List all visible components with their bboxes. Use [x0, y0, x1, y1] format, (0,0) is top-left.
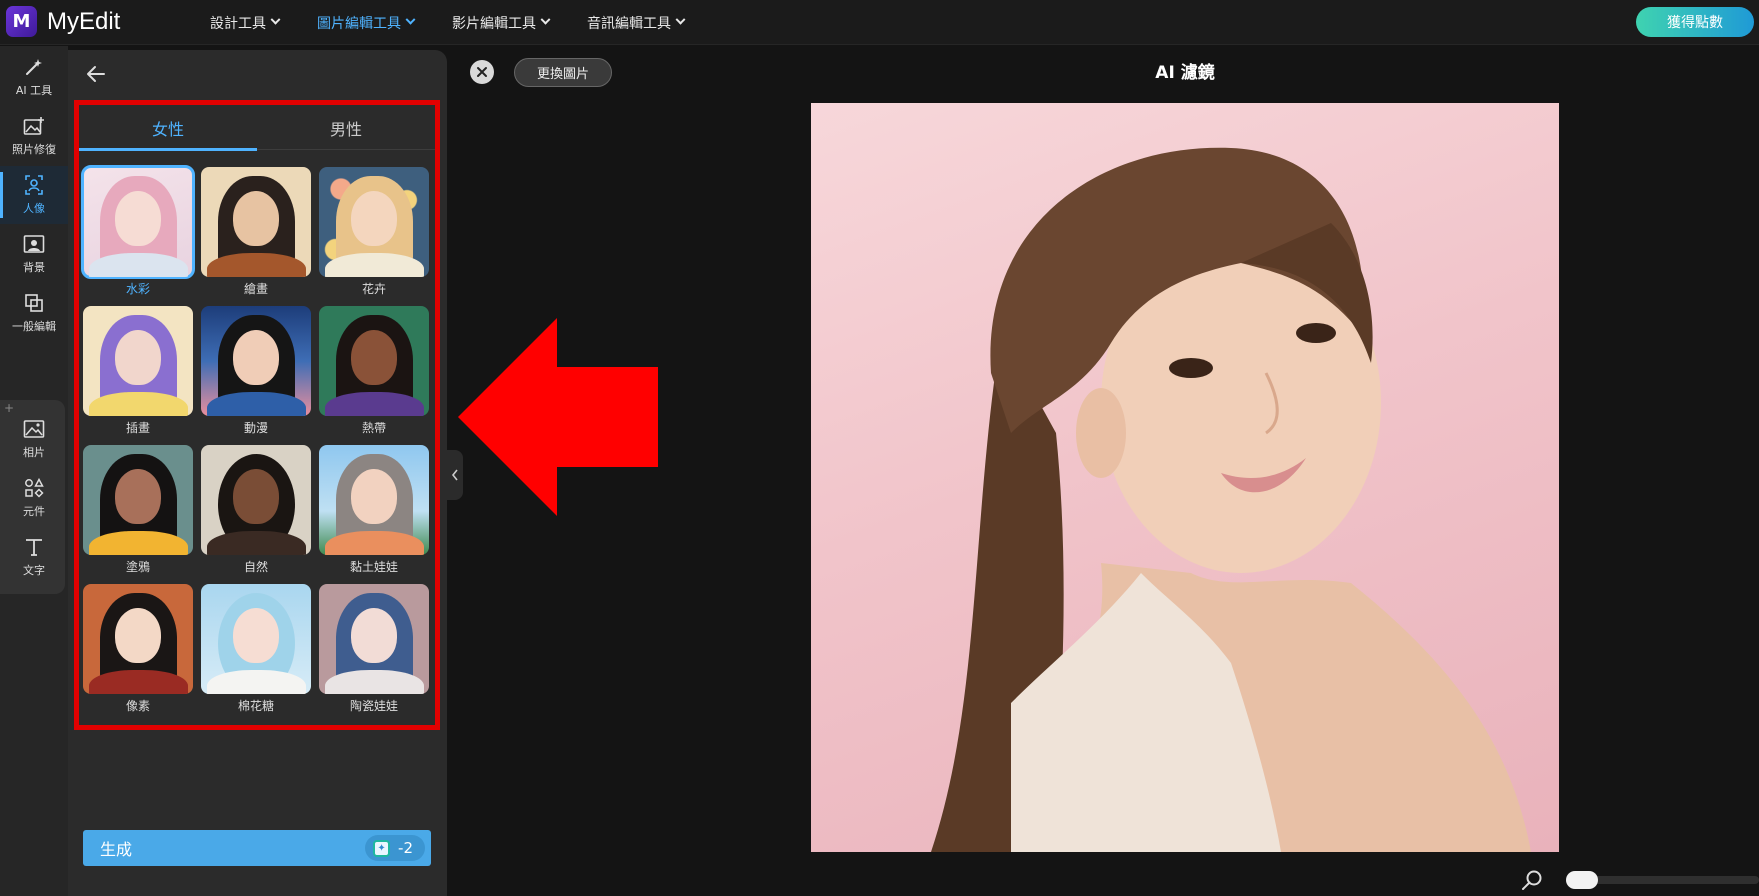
style-thumbnail [319, 584, 429, 694]
app-name[interactable]: MyEdit [47, 8, 120, 36]
main-nav: 設計工具 圖片編輯工具 影片編輯工具 音訊編輯工具 [210, 0, 722, 45]
style-thumbnail [201, 584, 311, 694]
style-thumbnail [83, 584, 193, 694]
zoom-icon[interactable] [1520, 868, 1544, 892]
text-icon [23, 536, 45, 558]
style-panel: 女性 男性 水彩 繪畫 花卉 插畫 動漫 熱帶 塗鴉 自然 黏土娃娃 像素 棉花… [68, 50, 447, 896]
style-card-floral[interactable]: 花卉 [319, 167, 429, 297]
back-arrow-icon[interactable] [84, 62, 108, 86]
zoom-slider-handle[interactable] [1566, 871, 1598, 889]
red-arrow-annotation [458, 318, 658, 516]
style-thumbnail [83, 306, 193, 416]
style-thumbnail [201, 167, 311, 277]
style-label: 動漫 [243, 421, 268, 435]
rail-label: AI 工具 [15, 84, 53, 97]
style-thumbnail [319, 445, 429, 555]
style-thumbnail [201, 306, 311, 416]
rail-item-photo-fix[interactable]: 照片修復 [0, 107, 68, 165]
rail-item-ai-tools[interactable]: AI 工具 [0, 48, 68, 106]
nav-design-tools[interactable]: 設計工具 [210, 0, 281, 45]
rail-label: 人像 [23, 202, 45, 215]
logo-letter: M [12, 11, 31, 32]
style-thumbnail [319, 306, 429, 416]
style-card-pixel[interactable]: 像素 [83, 584, 193, 714]
style-label: 自然 [243, 560, 268, 574]
nav-label: 圖片編輯工具 [317, 15, 401, 32]
nav-label: 影片編輯工具 [452, 15, 536, 32]
style-card-porcelain-doll[interactable]: 陶瓷娃娃 [319, 584, 429, 714]
credit-icon: ✦ [373, 839, 391, 857]
rail-label: 背景 [23, 261, 45, 274]
app-root: M MyEdit 設計工具 圖片編輯工具 影片編輯工具 音訊編輯工具 獲得點數 … [0, 0, 1759, 896]
tool-rail: + AI 工具 照片修復 人像 背景 一般編輯 相片 元件 文字 [0, 46, 68, 896]
gender-tabs: 女性 男性 [79, 105, 435, 151]
nav-video-tools[interactable]: 影片編輯工具 [452, 0, 551, 45]
rail-item-photos[interactable]: 相片 [0, 410, 68, 468]
style-label: 熱帶 [361, 421, 386, 435]
rail-label: 一般編輯 [12, 320, 56, 333]
style-label: 塗鴉 [125, 560, 150, 574]
rail-item-background[interactable]: 背景 [0, 225, 68, 283]
style-label: 花卉 [361, 282, 386, 296]
rail-label: 元件 [23, 505, 45, 518]
style-card-natural[interactable]: 自然 [201, 445, 311, 575]
chevron-down-icon [675, 14, 686, 25]
style-thumbnail [201, 445, 311, 555]
tab-male[interactable]: 男性 [257, 105, 435, 150]
rail-label: 文字 [23, 564, 45, 577]
style-card-graffiti[interactable]: 塗鴉 [83, 445, 193, 575]
style-card-clay-doll[interactable]: 黏土娃娃 [319, 445, 429, 575]
get-credits-button[interactable]: 獲得點數 [1636, 7, 1754, 37]
style-card-cotton-candy[interactable]: 棉花糖 [201, 584, 311, 714]
chevron-down-icon [540, 14, 551, 25]
generate-button[interactable]: 生成 ✦ -2 [83, 830, 431, 866]
portrait-icon [23, 174, 45, 196]
nav-image-tools[interactable]: 圖片編輯工具 [317, 0, 416, 45]
style-card-watercolor[interactable]: 水彩 [81, 165, 195, 297]
nav-label: 音訊編輯工具 [587, 15, 671, 32]
page-title: AI 濾鏡 [1155, 63, 1215, 83]
rail-label: 照片修復 [12, 143, 56, 156]
style-label: 黏土娃娃 [349, 560, 398, 574]
style-thumbnail [81, 165, 195, 279]
style-thumbnail [319, 167, 429, 277]
logo-icon[interactable]: M [6, 6, 37, 37]
rail-item-portrait[interactable]: 人像 [0, 166, 68, 224]
style-label: 水彩 [125, 282, 150, 296]
replace-image-button[interactable]: 更換圖片 [514, 58, 612, 87]
nav-label: 設計工具 [210, 15, 266, 32]
background-icon [23, 233, 45, 255]
style-card-illustration[interactable]: 插畫 [83, 306, 193, 436]
credit-cost-badge: ✦ -2 [365, 835, 425, 861]
style-card-anime[interactable]: 動漫 [201, 306, 311, 436]
credit-cost: -2 [398, 839, 413, 857]
style-card-tropical[interactable]: 熱帶 [319, 306, 429, 436]
style-label: 棉花糖 [237, 699, 274, 713]
portrait-illustration [931, 147, 1531, 852]
chevron-down-icon [405, 14, 416, 25]
style-label: 像素 [125, 699, 150, 713]
rail-item-elements[interactable]: 元件 [0, 469, 68, 527]
style-label: 繪畫 [243, 282, 268, 296]
chevron-down-icon [270, 14, 281, 25]
rail-item-text[interactable]: 文字 [0, 528, 68, 586]
tab-female[interactable]: 女性 [79, 105, 257, 151]
close-icon[interactable] [470, 60, 494, 84]
rail-label: 相片 [23, 446, 45, 459]
rail-item-general-edit[interactable]: 一般編輯 [0, 284, 68, 342]
crop-icon [23, 292, 45, 314]
style-card-painting[interactable]: 繪畫 [201, 167, 311, 297]
style-thumbnail [83, 445, 193, 555]
generate-label: 生成 [100, 840, 133, 859]
top-bar: M MyEdit 設計工具 圖片編輯工具 影片編輯工具 音訊編輯工具 獲得點數 [0, 0, 1759, 45]
nav-audio-tools[interactable]: 音訊編輯工具 [587, 0, 686, 45]
photo-fix-icon [23, 115, 45, 137]
style-label: 插畫 [125, 421, 150, 435]
style-label: 陶瓷娃娃 [349, 699, 398, 713]
magic-wand-icon [23, 56, 45, 78]
shapes-icon [23, 477, 45, 499]
image-icon [23, 418, 45, 440]
preview-image [811, 103, 1559, 852]
